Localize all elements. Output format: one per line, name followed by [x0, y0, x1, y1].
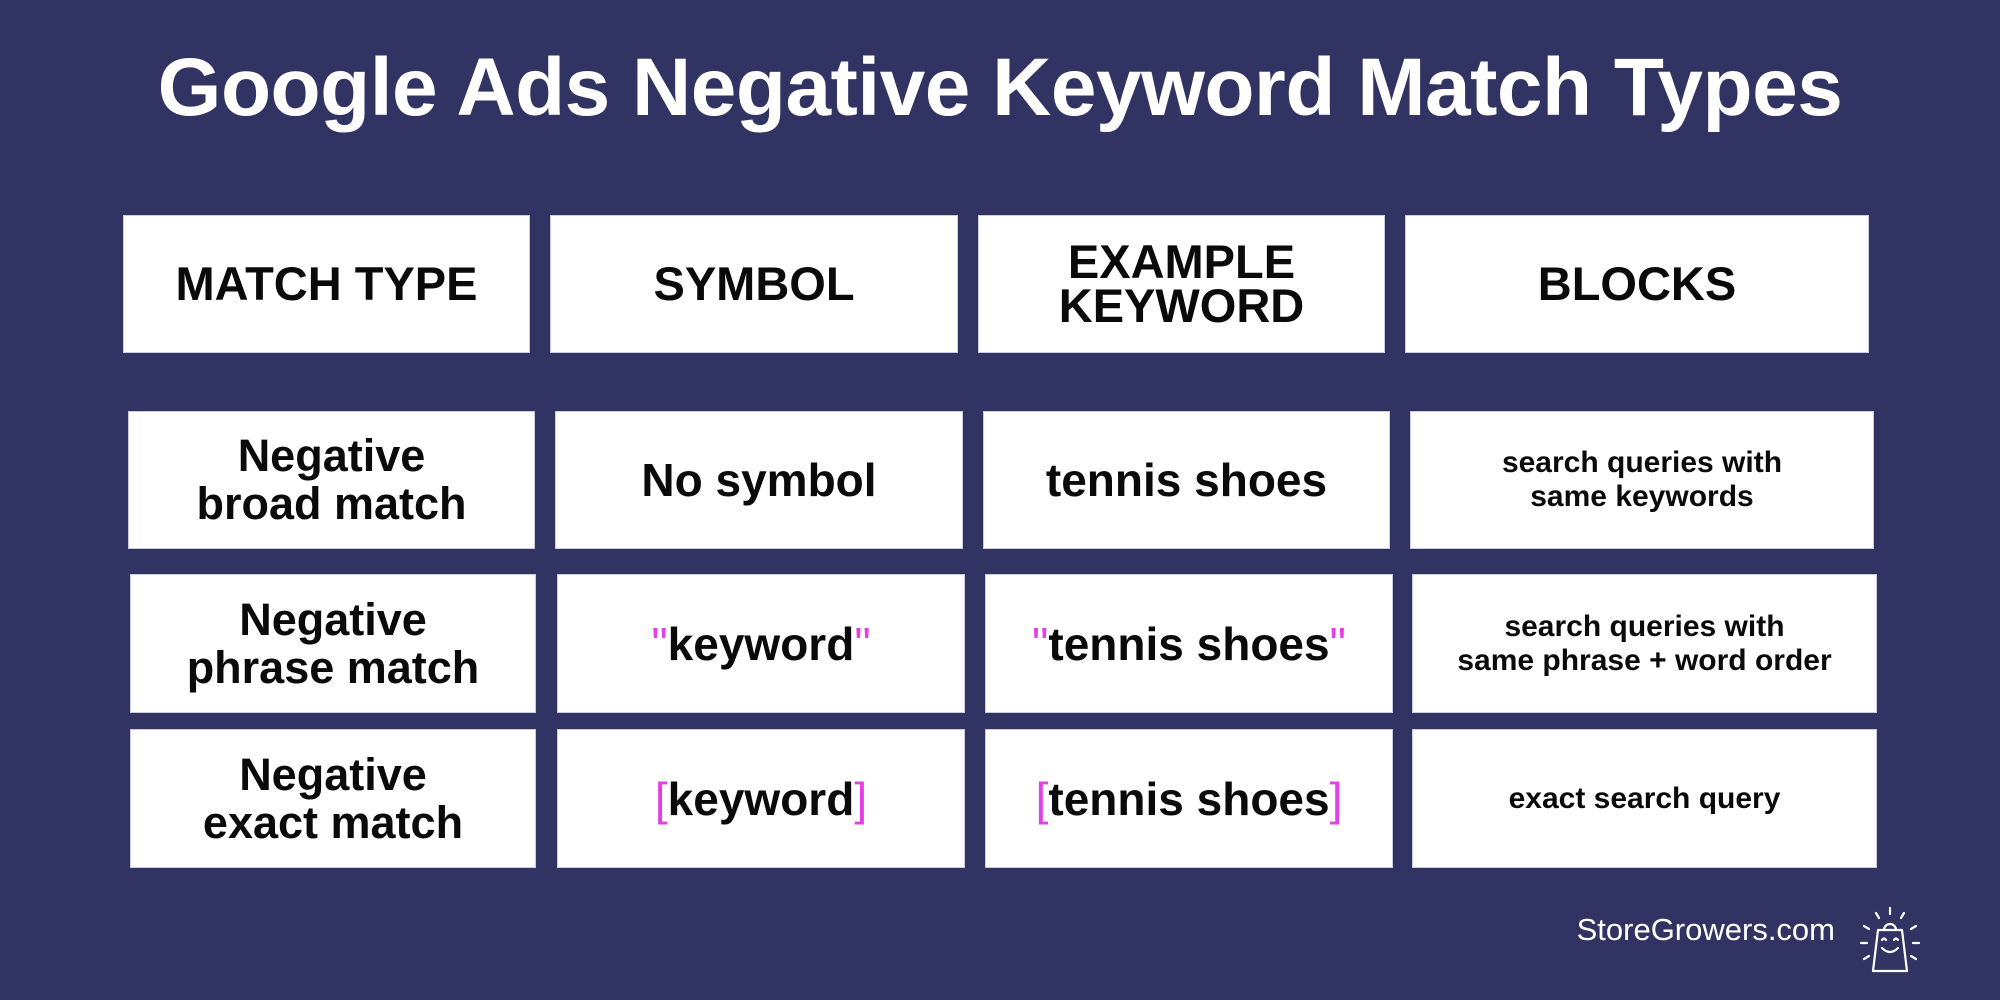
blocks-line: same keywords	[1530, 480, 1754, 513]
blocks-text: search queries with same phrase + word o…	[1457, 610, 1831, 678]
header-label: BLOCKS	[1537, 257, 1737, 310]
match-type-text: Negative exact match	[202, 748, 464, 848]
match-type-line: phrase match	[186, 641, 480, 693]
symbol-value: keyword	[667, 617, 855, 670]
row-exact-example: [tennis shoes]	[985, 729, 1393, 868]
match-type-text: Negative broad match	[196, 432, 466, 528]
example-close: "	[1329, 617, 1346, 670]
example-text: tennis shoes	[1046, 453, 1327, 507]
header-line: KEYWORD	[1058, 279, 1305, 332]
symbol-close: "	[854, 617, 871, 670]
row-exact-symbol: [keyword]	[557, 729, 965, 868]
symbol-text: [keyword]	[655, 772, 867, 826]
example-text: [tennis shoes]	[1036, 772, 1343, 826]
header-example-keyword: EXAMPLE KEYWORD	[978, 215, 1385, 353]
example-value: tennis shoes	[1048, 772, 1330, 825]
shopping-bag-smile-icon	[1850, 900, 1930, 980]
header-match-type: MATCH TYPE	[123, 215, 530, 353]
row-exact-match-type: Negative exact match	[130, 729, 536, 868]
match-type-line: exact match	[202, 796, 464, 848]
symbol-value: keyword	[667, 772, 855, 825]
row-phrase-match-type: Negative phrase match	[130, 574, 536, 713]
blocks-text: search queries with same keywords	[1502, 446, 1782, 514]
row-broad-example: tennis shoes	[983, 411, 1390, 549]
blocks-line: exact search query	[1508, 781, 1781, 815]
example-text: "tennis shoes"	[1032, 617, 1346, 671]
header-label: MATCH TYPE	[175, 257, 478, 310]
row-phrase-example: "tennis shoes"	[985, 574, 1393, 713]
row-exact-blocks: exact search query	[1412, 729, 1877, 868]
match-type-text: Negative phrase match	[186, 593, 480, 693]
match-type-line: Negative	[237, 430, 426, 481]
row-phrase-symbol: "keyword"	[557, 574, 965, 713]
symbol-value: No symbol	[641, 454, 877, 506]
header-label: SYMBOL	[653, 257, 855, 310]
row-broad-blocks: search queries with same keywords	[1410, 411, 1874, 549]
brand-name: StoreGrowers.com	[1576, 912, 1835, 947]
row-broad-match-type: Negative broad match	[128, 411, 535, 549]
example-value: tennis shoes	[1048, 617, 1330, 670]
blocks-line: search queries with	[1501, 446, 1783, 479]
header-symbol: SYMBOL	[550, 215, 958, 353]
example-close: ]	[1329, 772, 1343, 825]
symbol-open: "	[651, 617, 668, 670]
match-type-line: Negative	[239, 748, 427, 800]
blocks-line: search queries with	[1504, 609, 1785, 643]
example-value: tennis shoes	[1045, 454, 1328, 506]
blocks-line: same phrase + word order	[1457, 643, 1832, 677]
symbol-close: ]	[854, 772, 868, 825]
row-broad-symbol: No symbol	[555, 411, 963, 549]
example-open: "	[1032, 617, 1049, 670]
example-open: [	[1035, 772, 1049, 825]
header-blocks: BLOCKS	[1405, 215, 1869, 353]
match-type-line: broad match	[196, 478, 467, 529]
symbol-text: "keyword"	[651, 617, 870, 671]
header-label: EXAMPLE KEYWORD	[1059, 238, 1304, 329]
row-phrase-blocks: search queries with same phrase + word o…	[1412, 574, 1877, 713]
page-title: Google Ads Negative Keyword Match Types	[157, 42, 1843, 133]
symbol-open: [	[654, 772, 668, 825]
symbol-text: No symbol	[641, 453, 876, 507]
match-type-line: Negative	[239, 593, 427, 645]
